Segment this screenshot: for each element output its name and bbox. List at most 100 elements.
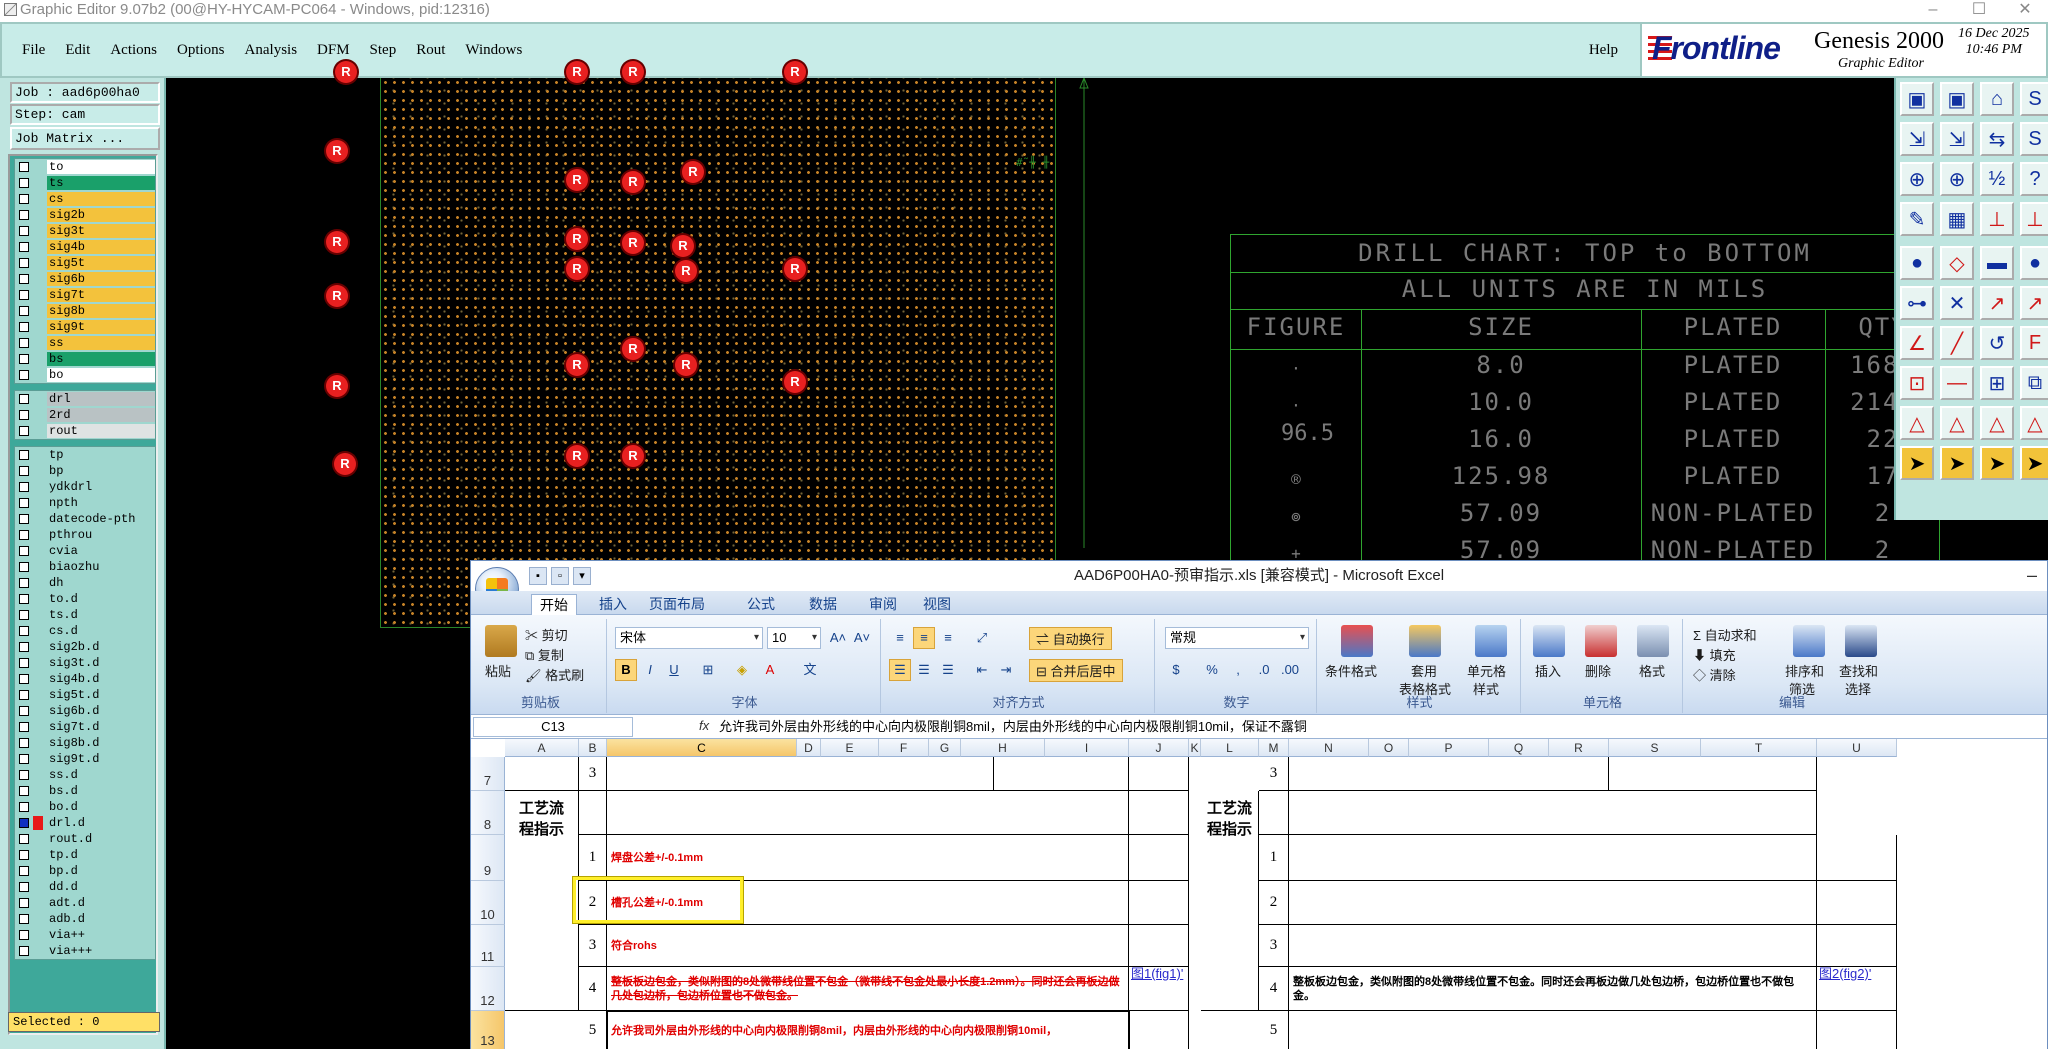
one-to-two-icon[interactable]: ½ xyxy=(1980,162,2014,196)
column-header[interactable]: C xyxy=(607,739,797,757)
column-header[interactable]: D xyxy=(797,739,821,757)
s-icon[interactable]: S xyxy=(2020,122,2048,156)
measure-icon[interactable]: ⊞ xyxy=(1980,366,2014,400)
triangle-icon[interactable]: △ xyxy=(2020,406,2048,440)
layer-checkbox[interactable] xyxy=(19,930,29,940)
layer-checkbox[interactable] xyxy=(19,370,29,380)
cell-m7[interactable]: 3 xyxy=(1259,757,1289,791)
layer-row[interactable]: bp.d xyxy=(15,863,155,879)
item-text[interactable]: 焊盘公差+/-0.1mm xyxy=(607,835,1129,881)
orientation-icon[interactable]: ⤢ xyxy=(971,627,993,649)
row-header[interactable]: 12 xyxy=(471,967,505,1011)
point-icon[interactable]: ⊡ xyxy=(1900,366,1934,400)
eraser-icon[interactable]: ◇ xyxy=(1940,246,1974,280)
column-header[interactable]: K xyxy=(1189,739,1201,757)
font-name-select[interactable]: 宋体 xyxy=(615,627,763,649)
align-middle-icon[interactable]: ≡ xyxy=(913,627,935,649)
format-cells-button[interactable]: 格式 xyxy=(1639,661,1665,680)
currency-icon[interactable]: $ xyxy=(1165,659,1187,681)
layer-checkbox[interactable] xyxy=(19,786,29,796)
layer-checkbox[interactable] xyxy=(19,226,29,236)
layer-row[interactable]: cs.d xyxy=(15,623,155,639)
item-text[interactable]: 符合rohs xyxy=(607,925,1129,967)
row-header[interactable]: 9 xyxy=(471,835,505,881)
column-header[interactable]: J xyxy=(1129,739,1189,757)
decrease-indent-icon[interactable]: ⇤ xyxy=(971,659,993,681)
bold-button[interactable]: B xyxy=(615,659,637,681)
increase-indent-icon[interactable]: ⇥ xyxy=(995,659,1017,681)
layer-checkbox[interactable] xyxy=(19,322,29,332)
cell-j8[interactable] xyxy=(1129,791,1189,835)
layer-row[interactable]: sig6b.d xyxy=(15,703,155,719)
layer-checkbox[interactable] xyxy=(19,658,29,668)
fill-button[interactable]: ⬇ 填充 xyxy=(1693,645,1736,664)
autosum-button[interactable]: Σ 自动求和 xyxy=(1693,625,1757,644)
cell-j7[interactable] xyxy=(1129,757,1189,791)
sort-filter-icon[interactable] xyxy=(1793,625,1825,657)
layer-row[interactable]: sig5t xyxy=(15,255,155,271)
decrease-decimal-icon[interactable]: .00 xyxy=(1279,659,1301,681)
cell-u[interactable] xyxy=(1817,835,1897,881)
pick-icon[interactable]: ↗ xyxy=(1980,286,2014,320)
swap-icon[interactable]: ⇆ xyxy=(1980,122,2014,156)
layer-row[interactable]: bo xyxy=(15,367,155,383)
layer-row[interactable]: adt.d xyxy=(15,895,155,911)
tab-6[interactable]: 视图 xyxy=(915,594,959,614)
process-label-left[interactable]: 工艺流程指示 xyxy=(505,791,579,1011)
layer-checkbox[interactable] xyxy=(19,610,29,620)
layer-row[interactable]: to xyxy=(15,159,155,175)
menu-actions[interactable]: Actions xyxy=(100,42,167,59)
layer-row[interactable]: sig4b.d xyxy=(15,671,155,687)
layer-checkbox[interactable] xyxy=(19,626,29,636)
column-header[interactable]: O xyxy=(1369,739,1409,757)
cell-j[interactable] xyxy=(1129,1011,1189,1049)
align-center-icon[interactable]: ☰ xyxy=(913,659,935,681)
column-header[interactable]: N xyxy=(1289,739,1369,757)
cell-n7[interactable] xyxy=(1289,757,1609,791)
layer-checkbox[interactable] xyxy=(19,674,29,684)
column-header[interactable]: S xyxy=(1609,739,1701,757)
item-text-right[interactable] xyxy=(1289,881,1817,925)
layer-row[interactable]: biaozhu xyxy=(15,559,155,575)
cell-b8[interactable] xyxy=(579,791,607,835)
layer-row[interactable]: bs.d xyxy=(15,783,155,799)
menu-windows[interactable]: Windows xyxy=(455,42,532,59)
snap-icon[interactable]: ⊥ xyxy=(1980,202,2014,236)
layer-row[interactable]: cs xyxy=(15,191,155,207)
layer-checkbox[interactable] xyxy=(19,802,29,812)
layer-checkbox[interactable] xyxy=(19,482,29,492)
border-icon[interactable]: ⊞ xyxy=(697,659,719,681)
layer-row[interactable]: sig9t xyxy=(15,319,155,335)
delete-cells-button[interactable]: 删除 xyxy=(1585,661,1611,680)
item-text-right[interactable] xyxy=(1289,925,1817,967)
angle-icon[interactable]: ∠ xyxy=(1900,326,1934,360)
item-number[interactable]: 1 xyxy=(1259,835,1289,881)
conditional-format-icon[interactable] xyxy=(1341,625,1373,657)
worksheet-grid[interactable]: A B C D E F G H I J K L M N O P Q R S T U 7 8 9 10 11 12 13 3 工艺流程指示 1… xyxy=(471,739,2047,1049)
item-number[interactable]: 2 xyxy=(1259,881,1289,925)
cut-button[interactable]: ✂ 剪切 xyxy=(525,625,568,644)
layer-row[interactable]: pthrou xyxy=(15,527,155,543)
close-icon[interactable]: ✕ xyxy=(2002,0,2048,22)
format-cells-icon[interactable] xyxy=(1637,625,1669,657)
formula-input[interactable]: 允许我司外层由外形线的中心向内极限削铜8mil，内层由外形线的中心向内极限削铜1… xyxy=(719,717,1307,737)
fig2-link[interactable]: 图2(fig2)' xyxy=(1819,967,1871,981)
paste-button[interactable]: 粘贴 xyxy=(485,661,511,680)
job-matrix-button[interactable]: Job Matrix ... xyxy=(10,127,160,150)
layer-checkbox[interactable] xyxy=(19,642,29,652)
row-header[interactable]: 11 xyxy=(471,925,505,967)
wrap-text-button[interactable]: ⇌ 自动换行 xyxy=(1029,627,1112,650)
layer-row[interactable]: sig7t.d xyxy=(15,719,155,735)
font-size-select[interactable]: 10 xyxy=(767,627,821,649)
merge-center-button[interactable]: ⊟ 合并后居中 xyxy=(1029,659,1123,682)
menu-edit[interactable]: Edit xyxy=(55,42,100,59)
layer-row[interactable]: cvia xyxy=(15,543,155,559)
layer-row[interactable]: sig3t.d xyxy=(15,655,155,671)
menu-analysis[interactable]: Analysis xyxy=(235,42,308,59)
layer-row[interactable]: datecode-pth xyxy=(15,511,155,527)
cell-c8[interactable] xyxy=(607,791,1129,835)
paste-icon[interactable] xyxy=(485,625,517,657)
arc-icon[interactable]: ↺ xyxy=(1980,326,2014,360)
triangle-icon[interactable]: △ xyxy=(1940,406,1974,440)
layer-checkbox[interactable] xyxy=(19,274,29,284)
